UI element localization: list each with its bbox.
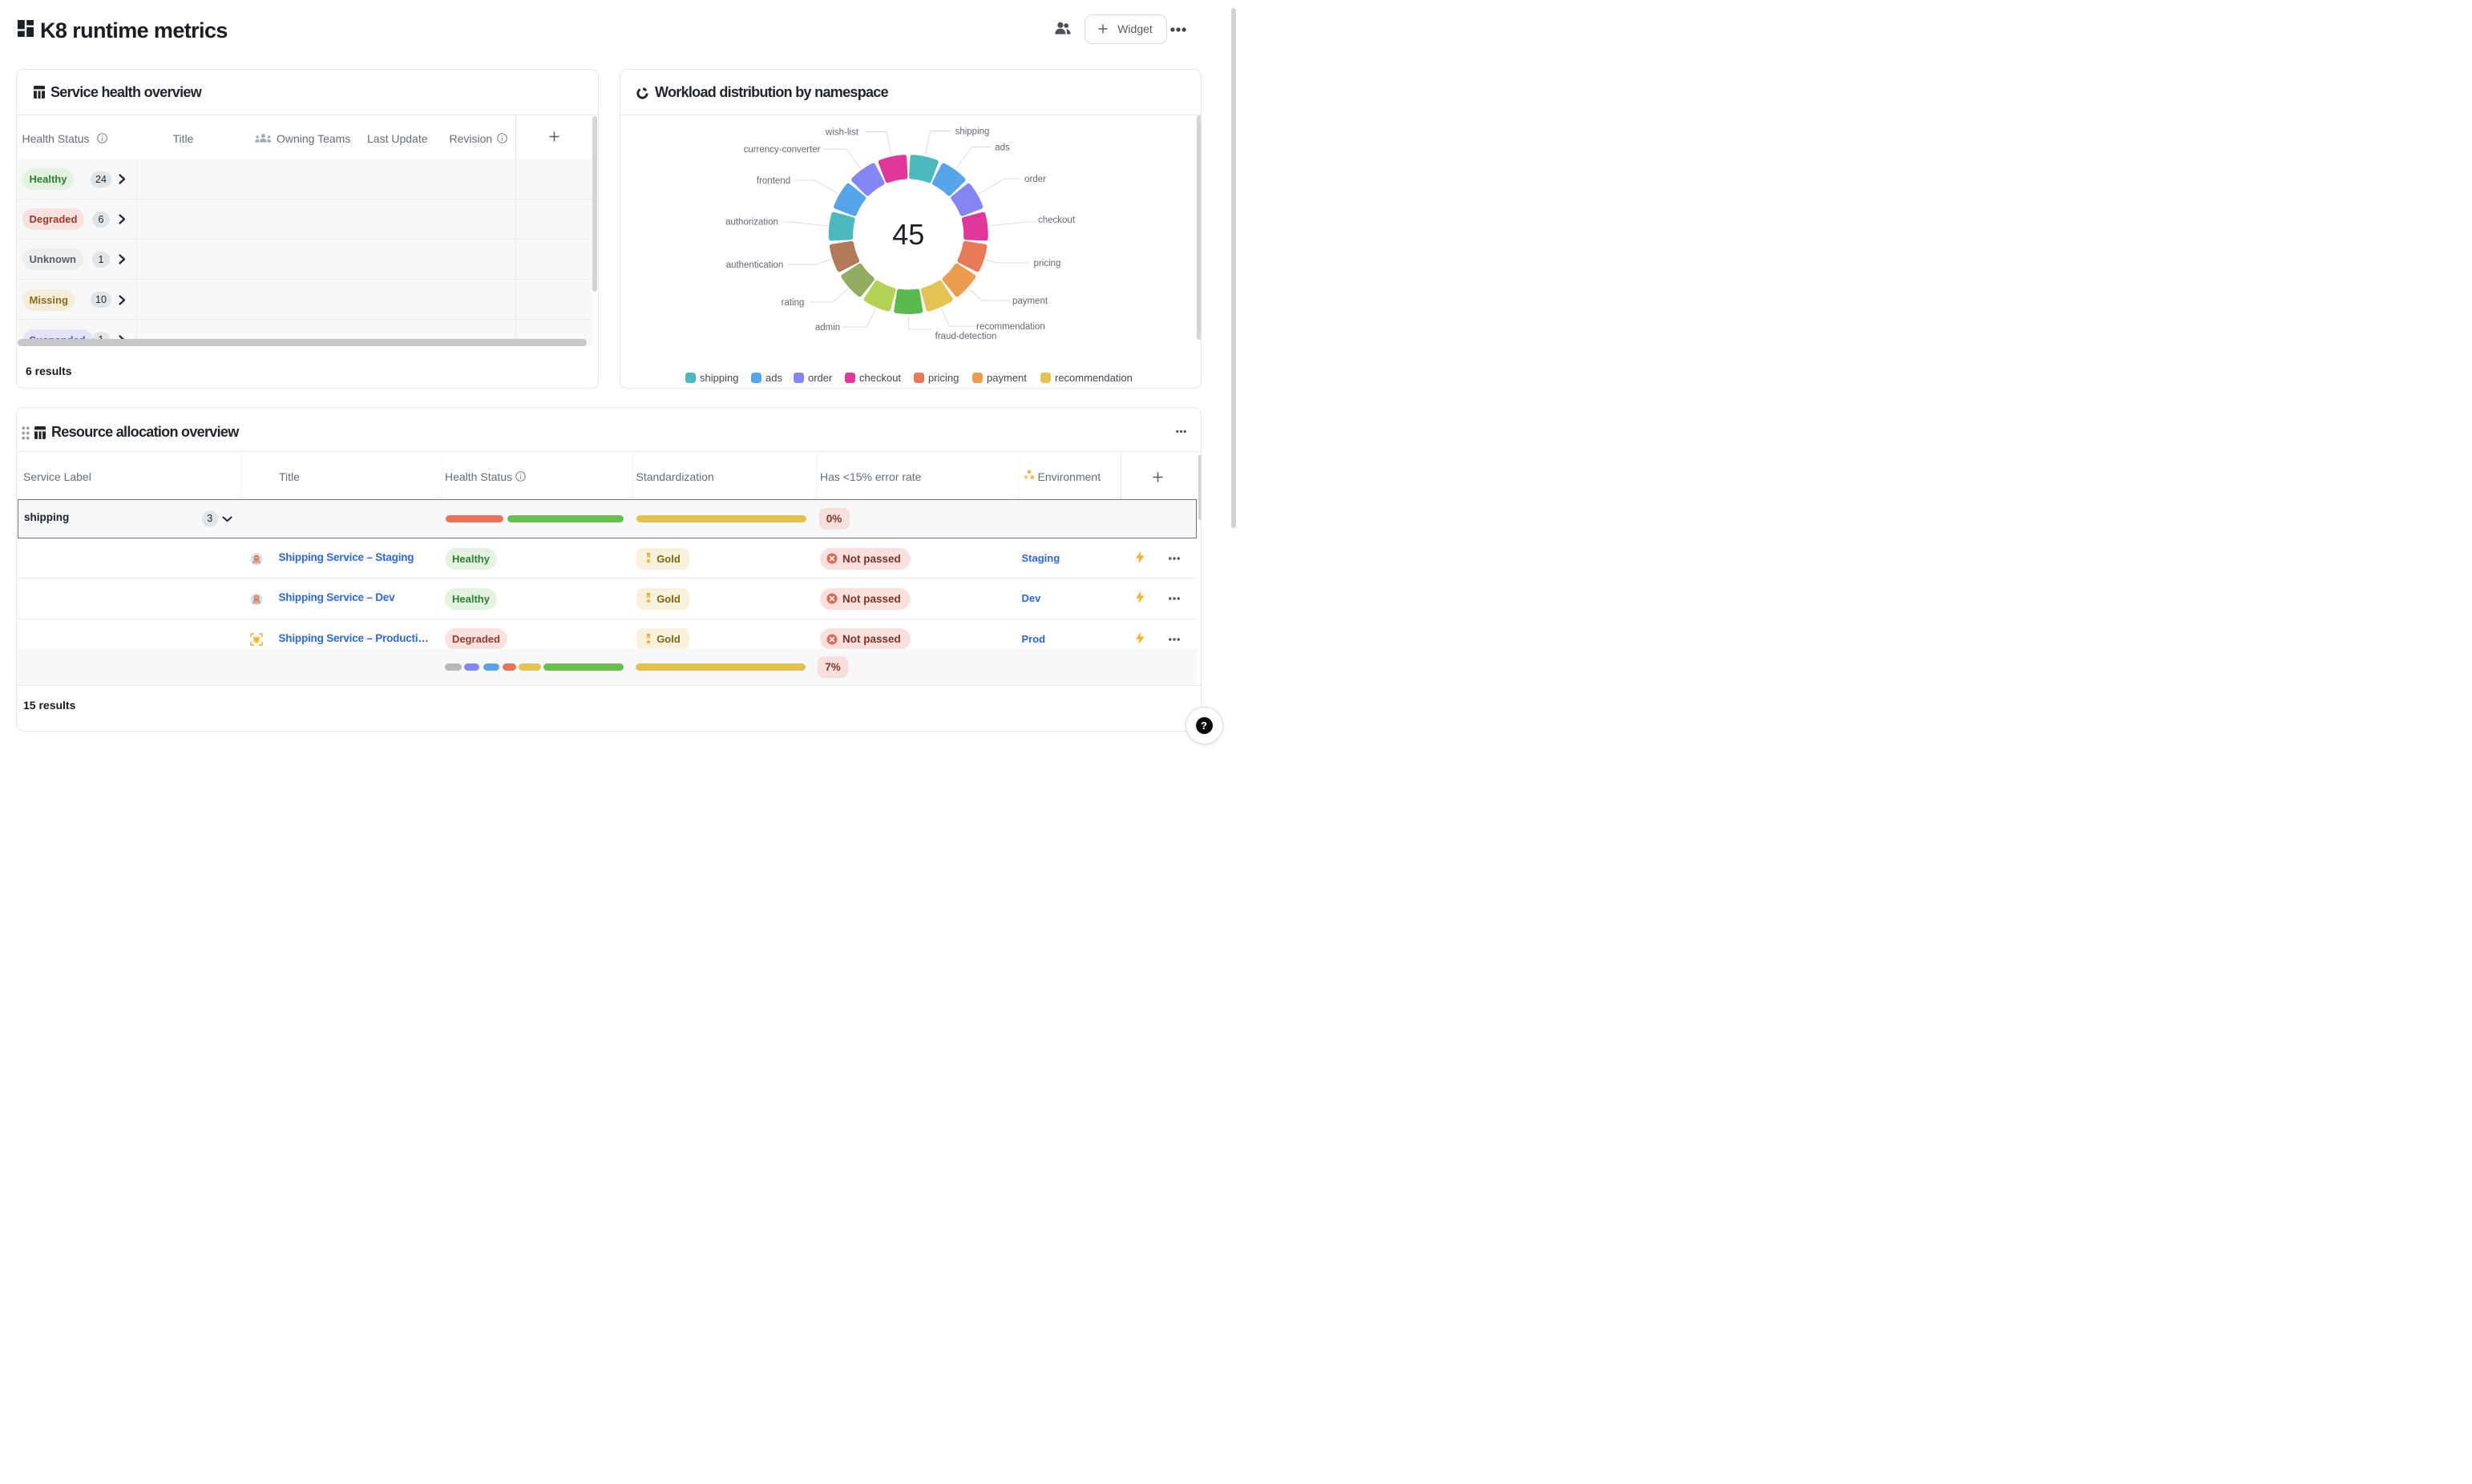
svg-text:pricing: pricing [1033, 259, 1060, 268]
svg-text:payment: payment [1012, 296, 1048, 306]
svg-text:authentication: authentication [725, 260, 783, 270]
svg-text:currency-converter: currency-converter [743, 145, 820, 155]
svg-text:rating: rating [781, 298, 804, 308]
svg-text:fraud-detection: fraud-detection [935, 332, 996, 341]
svg-text:frontend: frontend [756, 176, 790, 186]
svg-text:45: 45 [892, 218, 924, 251]
svg-text:order: order [1024, 175, 1046, 184]
svg-text:admin: admin [814, 323, 839, 333]
svg-text:wish-list: wish-list [825, 128, 859, 138]
svg-text:recommendation: recommendation [976, 322, 1045, 332]
svg-text:authorization: authorization [725, 218, 778, 228]
svg-text:shipping: shipping [955, 127, 989, 137]
svg-text:ads: ads [995, 143, 1010, 153]
svg-text:checkout: checkout [1037, 216, 1075, 225]
